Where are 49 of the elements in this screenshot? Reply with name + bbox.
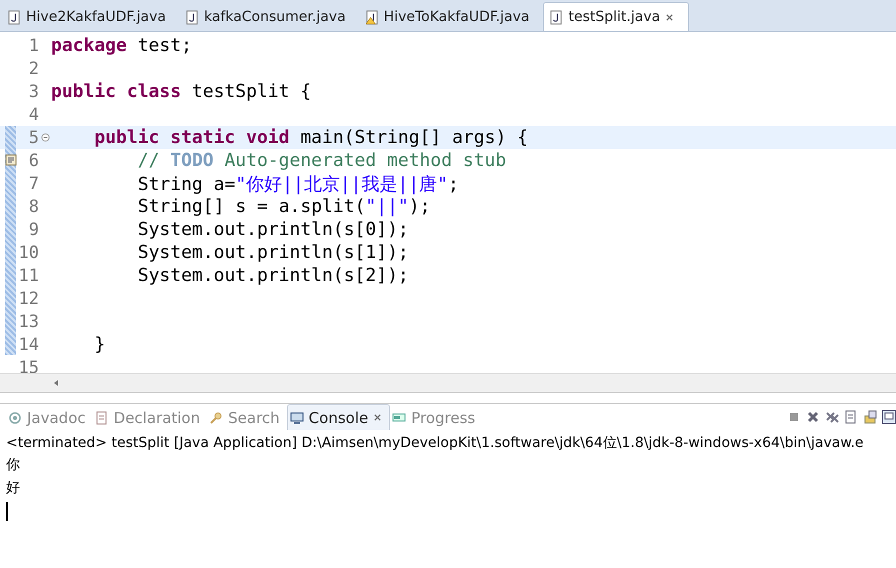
monitor-icon[interactable] <box>882 410 896 424</box>
code-line: // TODO Auto-generated method stub <box>136 150 506 171</box>
file-icon <box>186 10 199 24</box>
console-output-line: 你 <box>6 456 21 475</box>
console-output-line: 好 <box>6 479 21 498</box>
line-number: 4 <box>28 104 39 124</box>
console-header: <terminated> testSplit [Java Application] D:\Aimsen\myDevelopKit\1.software\jdk\64位\1.8\jdk-8-windows-x64\bin\javaw.e <box>6 434 865 453</box>
monitor-icon <box>290 410 304 424</box>
file-icon <box>8 10 21 24</box>
line-number: 9 <box>28 220 39 240</box>
progress-icon <box>392 410 406 424</box>
close-icon[interactable] <box>665 12 674 22</box>
remove-icon[interactable] <box>806 410 820 424</box>
scroll-left-icon[interactable] <box>52 379 60 387</box>
code-line: public static void main(String[] args) { <box>93 127 528 148</box>
code-line: } <box>93 334 106 355</box>
code-line: package test; <box>51 35 192 56</box>
line-number: 1 <box>28 36 39 56</box>
remove-all-icon[interactable] <box>825 410 839 424</box>
line-number: 3 <box>28 82 39 102</box>
line-number: 5 <box>28 128 39 148</box>
document-icon <box>94 410 109 424</box>
code-line: System.out.println(s[1]); <box>136 242 409 263</box>
line-number: 10 <box>18 242 39 262</box>
code-line: String[] s = a.split("||"); <box>136 196 430 217</box>
editor-tab[interactable]: testSplit.java <box>543 2 690 31</box>
line-number: 7 <box>28 174 39 194</box>
document-icon[interactable] <box>844 410 858 424</box>
line-number: 6 <box>28 150 39 170</box>
line-number: 11 <box>18 266 39 286</box>
line-number: 8 <box>28 196 39 216</box>
editor-tab[interactable]: HiveToKakfaUDF.java <box>360 3 544 31</box>
editor-tab[interactable]: kafkaConsumer.java <box>180 3 360 31</box>
code-line: public class testSplit { <box>51 81 312 102</box>
line-number: 12 <box>18 288 39 308</box>
code-line: System.out.println(s[2]); <box>136 265 409 286</box>
line-number: 2 <box>28 58 39 78</box>
line-number: 13 <box>18 312 39 332</box>
editor-tab[interactable]: Hive2KakfaUDF.java <box>2 3 180 31</box>
collapse-icon[interactable] <box>41 133 50 142</box>
close-icon[interactable] <box>373 413 382 422</box>
view-tab[interactable]: Console <box>286 404 390 430</box>
stop-icon[interactable] <box>787 410 801 424</box>
line-number: 14 <box>18 334 39 354</box>
code-line: System.out.println(s[0]); <box>136 219 409 240</box>
text-cursor <box>6 502 8 521</box>
code-line: String a="你好||北京||我是||唐"; <box>136 172 459 196</box>
file-icon <box>550 10 564 24</box>
line-number: 15 <box>18 358 39 373</box>
